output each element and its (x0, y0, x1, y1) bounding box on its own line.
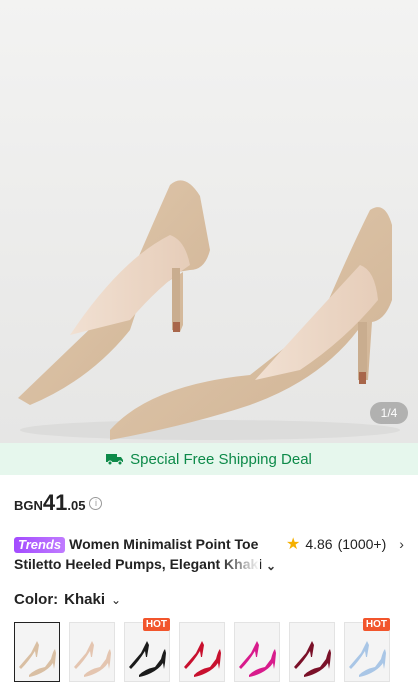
color-swatches: HOT HOT (14, 618, 418, 684)
rating[interactable]: ★ 4.86 (1000+) › (286, 534, 404, 554)
swatch-shoe-image (184, 641, 221, 677)
shoe-illustration (18, 180, 400, 440)
swatch-shoe-image (74, 641, 111, 677)
color-swatch[interactable] (69, 622, 115, 682)
price-decimal: .05 (67, 498, 86, 513)
swatch-shoe-image (19, 641, 56, 677)
chevron-down-icon: ⌄ (111, 592, 122, 607)
trends-badge: Trends (14, 537, 66, 553)
info-circle-icon[interactable]: i (89, 496, 103, 510)
color-value: Khaki (64, 591, 106, 608)
color-swatch[interactable] (234, 622, 280, 682)
shipping-banner[interactable]: Special Free Shipping Deal (0, 443, 418, 475)
star-icon: ★ (286, 536, 301, 553)
swatch-shoe-image (294, 641, 331, 677)
image-counter: 1/4 (370, 402, 408, 424)
product-title-block[interactable]: Trends Women Minimalist Point Toe Stilett… (14, 534, 276, 574)
rating-count: (1000+) (337, 536, 387, 552)
color-swatch[interactable] (289, 622, 335, 682)
truck-icon (106, 454, 124, 466)
hot-badge: HOT (142, 618, 170, 631)
shipping-label: Special Free Shipping Deal (130, 450, 312, 468)
color-swatch[interactable] (179, 622, 225, 682)
color-swatch[interactable]: HOT (344, 618, 390, 682)
title-fade (220, 554, 260, 574)
swatch-shoe-image (349, 641, 386, 677)
color-swatch[interactable] (14, 622, 60, 682)
color-label: Color: (14, 591, 59, 608)
swatch-shoe-image (129, 641, 166, 677)
color-selector[interactable]: Color: Khaki ⌄ (14, 591, 121, 608)
chevron-right-icon: › (399, 536, 404, 552)
swatch-shoe-image (239, 641, 276, 677)
price: BGN 41 .05 i (14, 490, 103, 516)
color-swatch[interactable]: HOT (124, 618, 170, 682)
hot-badge: HOT (362, 618, 390, 631)
rating-score: 4.86 (305, 536, 333, 552)
price-integer: 41 (42, 490, 68, 515)
price-currency: BGN (14, 498, 43, 513)
product-image[interactable]: 1/4 (0, 0, 418, 443)
chevron-down-icon[interactable]: ⌄ (266, 556, 276, 574)
